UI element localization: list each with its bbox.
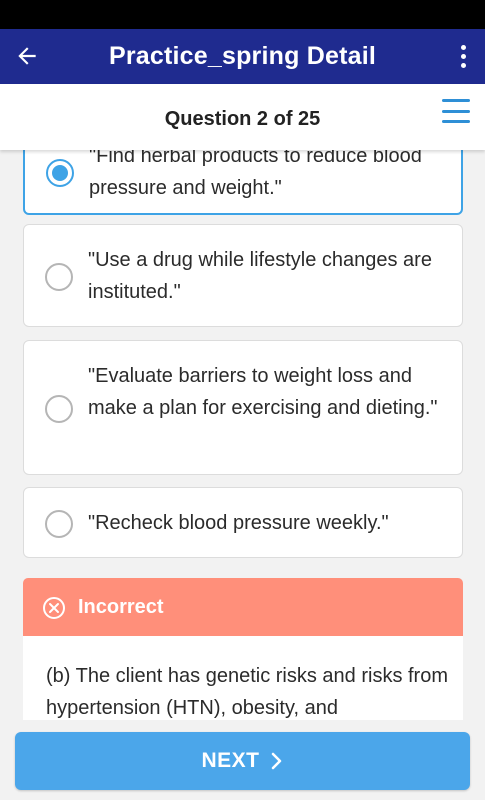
feedback-header: Incorrect <box>23 578 463 636</box>
more-vert-icon <box>460 44 466 50</box>
question-content: "Find herbal products to reduce blood pr… <box>0 150 485 730</box>
answer-option-text: "Find herbal products to reduce blood pr… <box>89 150 422 199</box>
answer-option-text: "Recheck blood pressure weekly." <box>88 512 389 534</box>
x-circle-icon <box>43 597 65 619</box>
answer-option-text: "Evaluate barriers to weight loss and ma… <box>88 365 438 419</box>
explanation-text: (b) The client has genetic risks and ris… <box>46 665 449 719</box>
question-header: Question 2 of 25 <box>0 84 485 150</box>
status-bar <box>0 0 485 29</box>
hamburger-menu-icon <box>442 99 470 102</box>
feedback-status: Incorrect <box>78 595 164 618</box>
feedback-explanation: (b) The client has genetic risks and ris… <box>23 636 463 730</box>
question-menu-button[interactable] <box>442 99 470 123</box>
answer-option-2[interactable]: "Use a drug while lifestyle changes are … <box>23 224 463 327</box>
answer-option-1[interactable]: "Find herbal products to reduce blood pr… <box>23 150 463 215</box>
radio-unselected-icon[interactable] <box>45 395 73 423</box>
app-bar: Practice_spring Detail <box>0 29 485 84</box>
bottom-bar: NEXT <box>0 720 485 800</box>
radio-unselected-icon[interactable] <box>45 263 73 291</box>
page-title: Practice_spring Detail <box>108 42 376 70</box>
more-options-button[interactable] <box>455 39 471 73</box>
answer-option-4[interactable]: "Recheck blood pressure weekly." <box>23 487 463 558</box>
next-button-label: NEXT <box>201 749 260 772</box>
answer-option-text: "Use a drug while lifestyle changes are … <box>88 249 432 303</box>
radio-selected-icon[interactable] <box>46 159 74 187</box>
radio-unselected-icon[interactable] <box>45 510 73 538</box>
chevron-right-icon <box>270 751 284 771</box>
question-counter: Question 2 of 25 <box>164 107 321 130</box>
answer-option-3[interactable]: "Evaluate barriers to weight loss and ma… <box>23 340 463 475</box>
next-button[interactable]: NEXT <box>15 732 470 790</box>
